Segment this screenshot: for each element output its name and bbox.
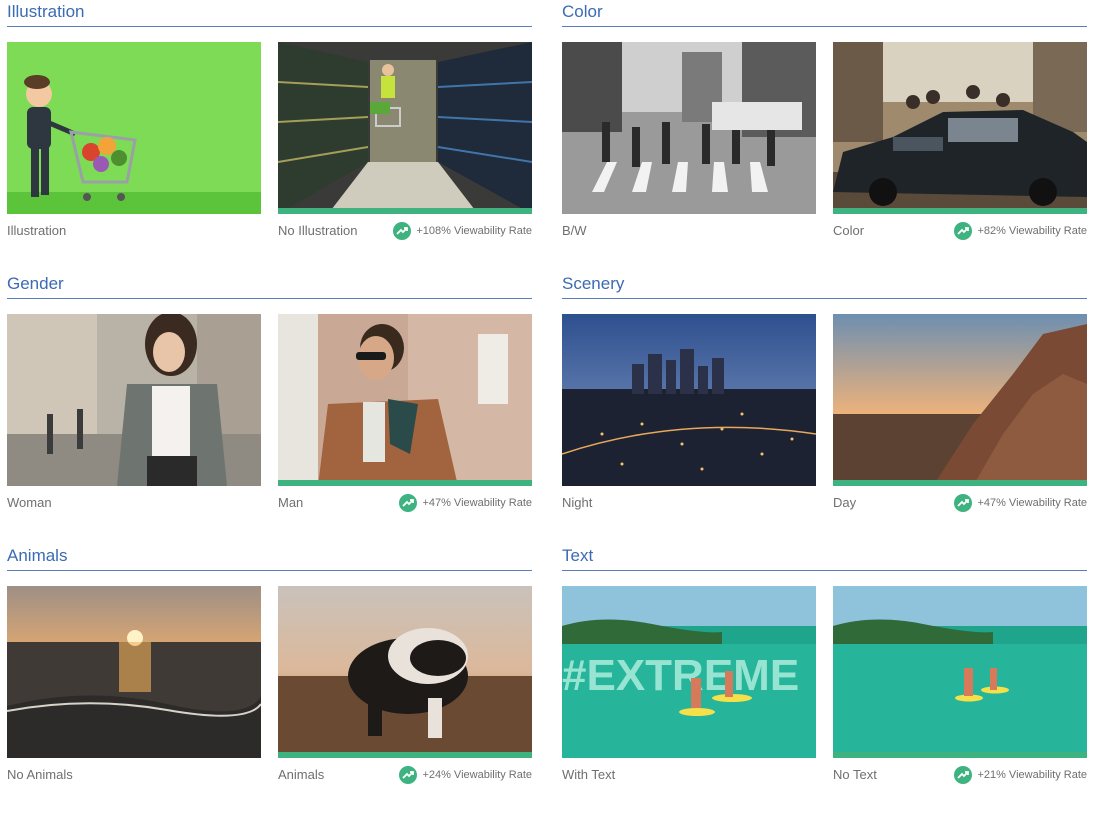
winner-bar <box>278 752 532 758</box>
winner-bar <box>833 208 1087 214</box>
winner-bar <box>833 752 1087 758</box>
viewability-lift: +24% Viewability Rate <box>399 766 532 784</box>
section-title: Text <box>562 546 594 565</box>
cartoon-shopper-image <box>7 42 261 214</box>
section-title: Scenery <box>562 274 625 293</box>
paddleboard-image <box>833 586 1087 758</box>
viewability-lift: +108% Viewability Rate <box>393 222 532 240</box>
section-title: Gender <box>7 274 64 293</box>
lift-text: +108% Viewability Rate <box>416 225 532 237</box>
trending-up-icon <box>399 766 418 784</box>
lift-text: +24% Viewability Rate <box>422 769 532 781</box>
woman-portrait-image <box>7 314 261 486</box>
variant-label: Color <box>833 223 865 238</box>
lift-text: +82% Viewability Rate <box>977 225 1087 237</box>
section-title: Color <box>562 2 603 21</box>
variant-label: Woman <box>7 495 52 510</box>
color-street-car-image <box>833 42 1087 214</box>
variant-label: With Text <box>562 767 616 782</box>
section-gender: Gender Woman Man +47% Viewability Rate <box>7 272 532 542</box>
winner-bar <box>833 480 1087 486</box>
viewability-lift: +82% Viewability Rate <box>954 222 1087 240</box>
section-text: Text #EXTREME With Text No Text +21% Vie… <box>562 544 1087 814</box>
variant-label: Night <box>562 495 593 510</box>
man-portrait-image <box>278 314 532 486</box>
section-scenery: Scenery Night Day +47% Viewability Rate <box>562 272 1087 542</box>
trending-up-icon <box>954 766 973 784</box>
city-night-image <box>562 314 816 486</box>
viewability-lift: +47% Viewability Rate <box>399 494 532 512</box>
variant-label: Animals <box>278 767 325 782</box>
section-divider <box>7 26 532 27</box>
puppy-beach-image <box>278 586 532 758</box>
lift-text: +47% Viewability Rate <box>422 497 532 509</box>
section-illustration: Illustration Illustration No Illustratio… <box>7 0 532 270</box>
viewability-lift: +47% Viewability Rate <box>954 494 1087 512</box>
bw-street-image <box>562 42 816 214</box>
trending-up-icon <box>954 222 973 240</box>
winner-bar <box>278 480 532 486</box>
section-color: Color B/W Color +82% Viewability Rate <box>562 0 1087 270</box>
trending-up-icon <box>399 494 418 512</box>
section-divider <box>562 26 1087 27</box>
paddleboard-text-image: #EXTREME <box>562 586 816 758</box>
section-title: Animals <box>7 546 68 565</box>
variant-label: Man <box>278 495 304 510</box>
section-divider <box>562 298 1087 299</box>
variant-label: Day <box>833 495 857 510</box>
beach-sunset-image <box>7 586 261 758</box>
lift-text: +21% Viewability Rate <box>977 769 1087 781</box>
overlay-headline-text: #EXTREME <box>562 651 799 700</box>
trending-up-icon <box>393 222 412 240</box>
rock-sunset-image <box>833 314 1087 486</box>
lift-text: +47% Viewability Rate <box>977 497 1087 509</box>
variant-label: B/W <box>562 223 587 238</box>
winner-bar <box>278 208 532 214</box>
variant-label: Illustration <box>7 223 67 238</box>
section-divider <box>7 570 532 571</box>
section-animals: Animals No Animals Animals +24% Viewabil… <box>7 544 532 814</box>
variant-label: No Illustration <box>278 223 358 238</box>
viewability-lift: +21% Viewability Rate <box>954 766 1087 784</box>
variant-label: No Text <box>833 767 877 782</box>
section-divider <box>562 570 1087 571</box>
section-divider <box>7 298 532 299</box>
supermarket-aisle-image <box>278 42 532 214</box>
variant-label: No Animals <box>7 767 73 782</box>
section-title: Illustration <box>7 2 85 21</box>
trending-up-icon <box>954 494 973 512</box>
